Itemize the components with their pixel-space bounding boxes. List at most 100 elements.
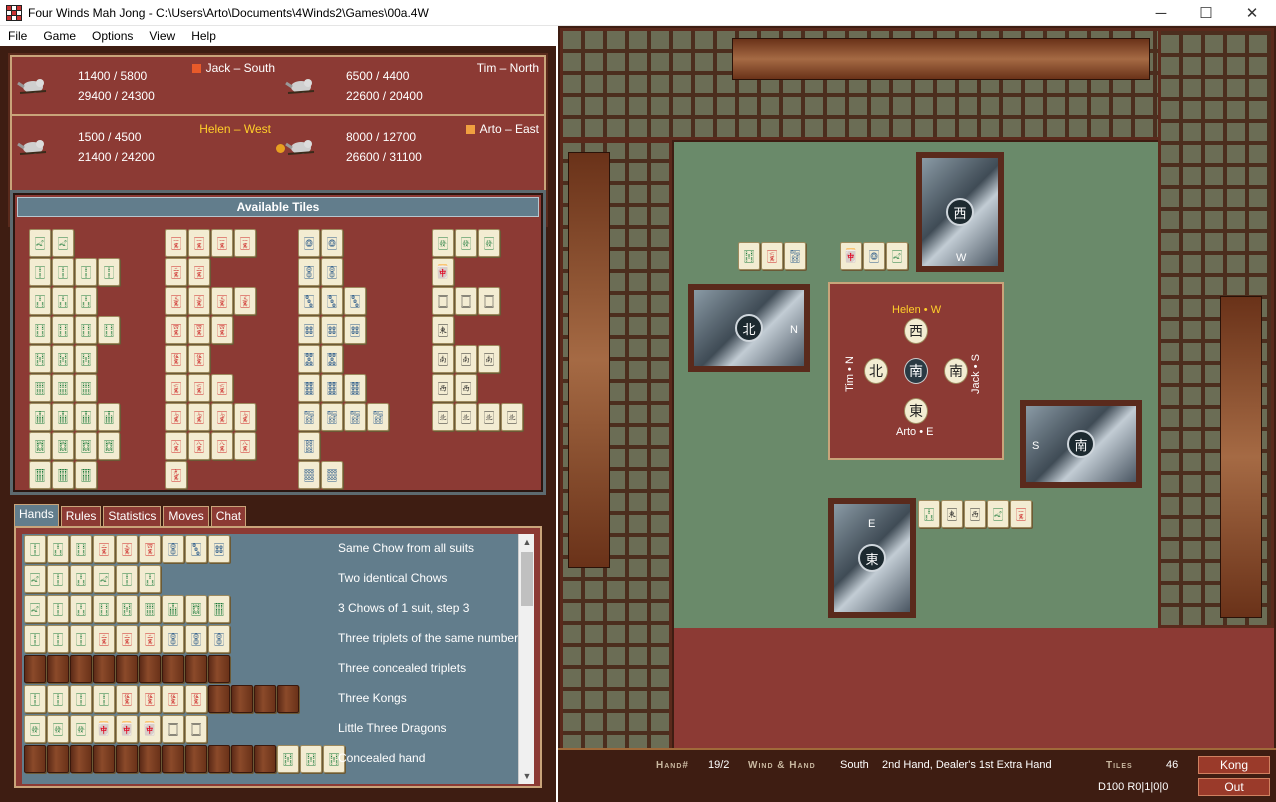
tile[interactable]: 🀎 [165, 432, 187, 460]
tile[interactable]: 🀎 [234, 432, 256, 460]
tile[interactable]: 🀟 [367, 403, 389, 431]
tile[interactable]: 🀙 [321, 229, 343, 257]
list-item[interactable]: 🀑 🀑 🀑 🀑 🀋 🀋 🀋 🀋 Three Kongs [22, 684, 534, 714]
tile[interactable]: 🀁 [455, 345, 477, 373]
tab-chat[interactable]: Chat [210, 506, 247, 526]
tile[interactable]: 🀡 [321, 461, 343, 489]
menu-file[interactable]: File [0, 29, 35, 43]
tile[interactable]: 🀌 [165, 374, 187, 402]
tile[interactable]: 🀊 [165, 316, 187, 344]
tile[interactable]: 🀅 [432, 229, 454, 257]
tile[interactable]: 🀔 [75, 345, 97, 373]
tile[interactable]: 🀑 [29, 258, 51, 286]
tile[interactable]: 🀛 [344, 287, 366, 315]
tile[interactable]: 🀎 [211, 432, 233, 460]
tile[interactable]: 🀕 [29, 374, 51, 402]
tile[interactable]: 🀌 [211, 374, 233, 402]
tile[interactable]: 🀞 [298, 374, 320, 402]
list-item[interactable]: Three concealed triplets [22, 654, 534, 684]
tile[interactable]: 🀄 [432, 258, 454, 286]
out-button[interactable]: Out [1198, 778, 1270, 796]
tile[interactable]: 🀇 [188, 229, 210, 257]
tile[interactable]: 🀎 [188, 432, 210, 460]
tile[interactable]: 🀗 [29, 432, 51, 460]
tile[interactable]: 🀓 [98, 316, 120, 344]
tile[interactable]: 🀆 [478, 287, 500, 315]
tile[interactable]: 🀑 [52, 258, 74, 286]
tile[interactable]: 🀝 [298, 345, 320, 373]
tile[interactable]: 🀓 [29, 316, 51, 344]
tile[interactable]: 🀡 [298, 461, 320, 489]
tab-statistics[interactable]: Statistics [103, 506, 162, 526]
menu-options[interactable]: Options [84, 29, 141, 43]
tab-rules[interactable]: Rules [60, 506, 102, 526]
tile[interactable]: 🀜 [298, 316, 320, 344]
tile[interactable]: 🀗 [98, 432, 120, 460]
tab-hands[interactable]: Hands [14, 504, 59, 526]
tile[interactable]: 🀒 [52, 287, 74, 315]
tile[interactable]: 🀇 [165, 229, 187, 257]
tile[interactable]: 🀟 [321, 403, 343, 431]
tile[interactable]: 🀍 [211, 403, 233, 431]
tile[interactable]: 🀓 [52, 316, 74, 344]
tile[interactable]: 🀍 [165, 403, 187, 431]
scroll-up-icon[interactable]: ▲ [519, 534, 534, 550]
tile[interactable]: 🀜 [344, 316, 366, 344]
tile[interactable]: 🀍 [188, 403, 210, 431]
tile[interactable]: 🀖 [29, 403, 51, 431]
tile[interactable]: 🀖 [98, 403, 120, 431]
tile[interactable]: 🀃 [501, 403, 523, 431]
tile[interactable]: 🀛 [298, 287, 320, 315]
tile[interactable]: 🀙 [298, 229, 320, 257]
list-item[interactable]: 🀔 🀔 🀔 Concealed hand [22, 744, 534, 774]
tile[interactable]: 🀆 [455, 287, 477, 315]
tile[interactable]: 🀋 [188, 345, 210, 373]
menu-help[interactable]: Help [183, 29, 224, 43]
tile[interactable]: 🀅 [455, 229, 477, 257]
tile[interactable]: 🀊 [211, 316, 233, 344]
tile[interactable]: 🀐 [52, 229, 74, 257]
tile[interactable]: 🀟 [344, 403, 366, 431]
list-item[interactable]: 🀑 🀒 🀓 🀈 🀉 🀊 🀚 🀛 🀜 Same Chow from all suits [22, 534, 534, 564]
tile[interactable]: 🀉 [188, 287, 210, 315]
tile[interactable]: 🀜 [321, 316, 343, 344]
tile[interactable]: 🀚 [321, 258, 343, 286]
tab-moves[interactable]: Moves [163, 506, 209, 526]
tile[interactable]: 🀇 [211, 229, 233, 257]
tile[interactable]: 🀌 [188, 374, 210, 402]
tile[interactable]: 🀉 [165, 287, 187, 315]
list-item[interactable]: 🀐 🀑 🀒 🀐 🀑 🀒 Two identical Chows [22, 564, 534, 594]
tile[interactable]: 🀞 [344, 374, 366, 402]
tile[interactable]: 🀑 [75, 258, 97, 286]
tile[interactable]: 🀅 [478, 229, 500, 257]
kong-button[interactable]: Kong [1198, 756, 1270, 774]
tile[interactable]: 🀛 [321, 287, 343, 315]
tile[interactable]: 🀚 [298, 258, 320, 286]
tile[interactable]: 🀁 [478, 345, 500, 373]
tile[interactable]: 🀔 [29, 345, 51, 373]
tile[interactable]: 🀓 [75, 316, 97, 344]
tile[interactable]: 🀉 [234, 287, 256, 315]
tile[interactable]: 🀂 [455, 374, 477, 402]
scroll-thumb[interactable] [521, 552, 533, 606]
list-item[interactable]: 🀐 🀑 🀒 🀓 🀔 🀕 🀖 🀗 🀘 3 Chows of 1 suit, step 3 [22, 594, 534, 624]
minimize-button[interactable]: ─ [1138, 0, 1184, 26]
tile[interactable]: 🀃 [455, 403, 477, 431]
tile[interactable]: 🀖 [75, 403, 97, 431]
tile[interactable]: 🀗 [75, 432, 97, 460]
tile[interactable]: 🀉 [211, 287, 233, 315]
menu-game[interactable]: Game [35, 29, 84, 43]
tile[interactable]: 🀗 [52, 432, 74, 460]
tile[interactable]: 🀋 [165, 345, 187, 373]
tile[interactable]: 🀕 [52, 374, 74, 402]
tile[interactable]: 🀀 [432, 316, 454, 344]
tile[interactable]: 🀟 [298, 403, 320, 431]
tile[interactable]: 🀒 [29, 287, 51, 315]
tile[interactable]: 🀈 [165, 258, 187, 286]
tile[interactable]: 🀍 [234, 403, 256, 431]
list-item[interactable]: 🀑 🀑 🀑 🀈 🀈 🀈 🀚 🀚 🀚 Three triplets of the same num… [22, 624, 534, 654]
tile[interactable]: 🀆 [432, 287, 454, 315]
tile[interactable]: 🀘 [29, 461, 51, 489]
tile[interactable]: 🀇 [234, 229, 256, 257]
tile[interactable]: 🀝 [321, 345, 343, 373]
